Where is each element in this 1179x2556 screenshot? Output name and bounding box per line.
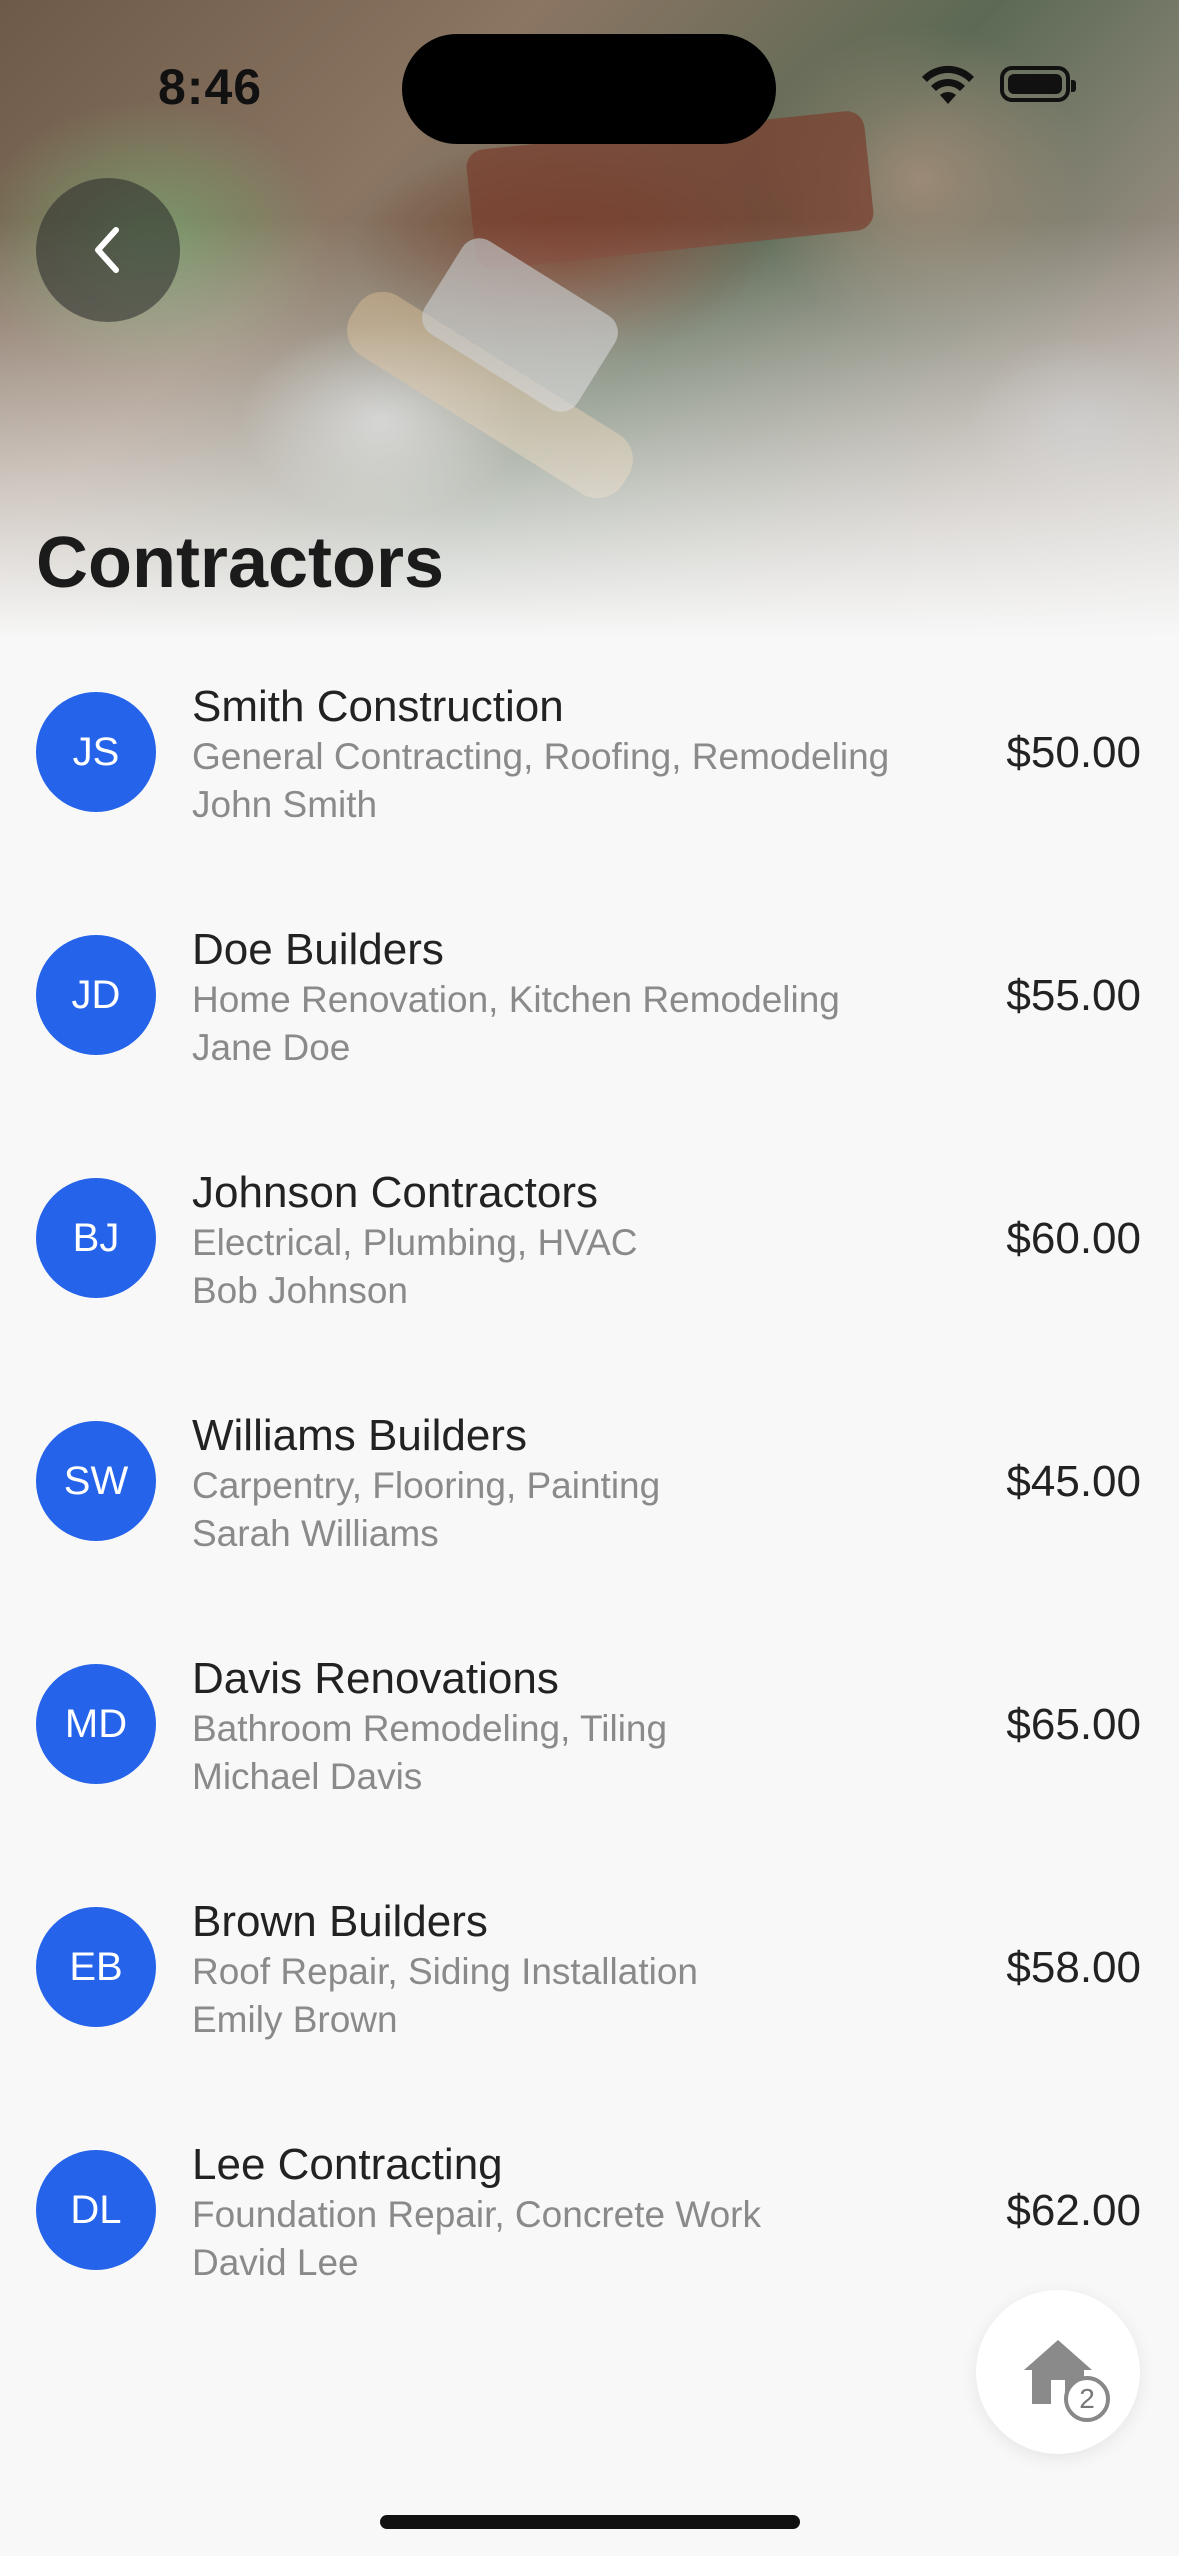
avatar: EB xyxy=(36,1907,156,2027)
contractor-company: Williams Builders xyxy=(192,1411,527,1460)
battery-icon xyxy=(1000,66,1076,102)
contractor-rate: $62.00 xyxy=(1006,2186,1141,2235)
contractor-row[interactable]: BJ Johnson Contractors Electrical, Plumb… xyxy=(0,1126,1179,1369)
contractor-services: Electrical, Plumbing, HVAC xyxy=(192,1222,638,1263)
contractor-rate: $45.00 xyxy=(1006,1457,1141,1506)
contractor-row[interactable]: MD Davis Renovations Bathroom Remodeling… xyxy=(0,1612,1179,1855)
avatar: MD xyxy=(36,1664,156,1784)
hammer-handle-shape xyxy=(335,280,645,510)
contractor-services: Bathroom Remodeling, Tiling xyxy=(192,1708,668,1749)
contractor-row[interactable]: EB Brown Builders Roof Repair, Siding In… xyxy=(0,1855,1179,2098)
contractor-services: Home Renovation, Kitchen Remodeling xyxy=(192,979,840,1020)
contractor-company: Lee Contracting xyxy=(192,2140,503,2189)
chevron-left-icon xyxy=(95,227,119,273)
contractor-rate: $65.00 xyxy=(1006,1700,1141,1749)
contractor-contact: David Lee xyxy=(192,2242,359,2283)
avatar: JD xyxy=(36,935,156,1055)
contractor-company: Davis Renovations xyxy=(192,1654,559,1703)
contractor-contact: Michael Davis xyxy=(192,1756,423,1797)
status-time: 8:46 xyxy=(158,59,263,115)
home-indicator xyxy=(380,2515,800,2529)
contractor-list: JS Smith Construction General Contractin… xyxy=(0,640,1179,2341)
page-title: Contractors xyxy=(36,523,445,603)
contractor-rate: $60.00 xyxy=(1006,1214,1141,1263)
contractor-row[interactable]: JD Doe Builders Home Renovation, Kitchen… xyxy=(0,883,1179,1126)
contractor-contact: John Smith xyxy=(192,784,378,825)
contractor-company: Doe Builders xyxy=(192,925,444,974)
contractor-services: Roof Repair, Siding Installation xyxy=(192,1951,698,1992)
cart-count-badge: 2 xyxy=(1064,2376,1110,2422)
avatar: JS xyxy=(36,692,156,812)
contractor-contact: Emily Brown xyxy=(192,1999,398,2040)
contractor-company: Johnson Contractors xyxy=(192,1168,598,1217)
wifi-icon xyxy=(922,65,974,104)
home-button[interactable]: 2 xyxy=(976,2290,1140,2454)
avatar: SW xyxy=(36,1421,156,1541)
contractor-rate: $50.00 xyxy=(1006,728,1141,777)
contractor-contact: Bob Johnson xyxy=(192,1270,409,1311)
contractor-services: Foundation Repair, Concrete Work xyxy=(192,2194,762,2235)
hammer-head-shape xyxy=(414,230,626,420)
avatar: DL xyxy=(36,2150,156,2270)
avatar: BJ xyxy=(36,1178,156,1298)
contractor-row[interactable]: JS Smith Construction General Contractin… xyxy=(0,640,1179,883)
contractor-row[interactable]: SW Williams Builders Carpentry, Flooring… xyxy=(0,1369,1179,1612)
dynamic-island xyxy=(402,34,776,144)
contractor-company: Brown Builders xyxy=(192,1897,488,1946)
contractor-rate: $55.00 xyxy=(1006,971,1141,1020)
contractor-contact: Sarah Williams xyxy=(192,1513,439,1554)
contractor-contact: Jane Doe xyxy=(192,1027,351,1068)
contractor-rate: $58.00 xyxy=(1006,1943,1141,1992)
contractor-services: General Contracting, Roofing, Remodeling xyxy=(192,736,890,777)
contractor-company: Smith Construction xyxy=(192,682,564,731)
contractor-services: Carpentry, Flooring, Painting xyxy=(192,1465,661,1506)
contractor-row[interactable]: DL Lee Contracting Foundation Repair, Co… xyxy=(0,2098,1179,2341)
back-button[interactable] xyxy=(36,178,180,322)
